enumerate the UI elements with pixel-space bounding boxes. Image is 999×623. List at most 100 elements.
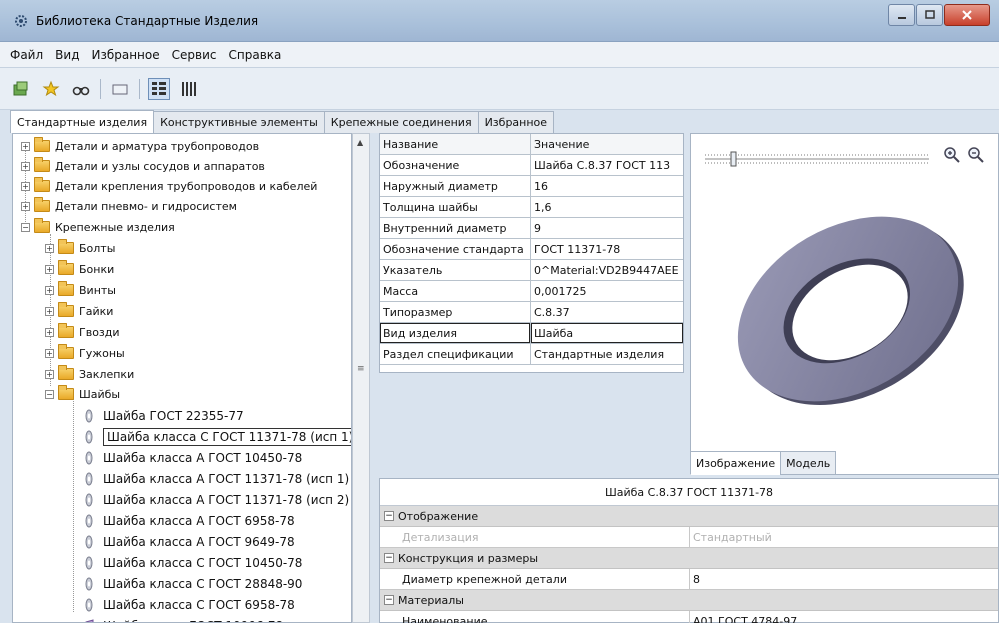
attribute-row[interactable]: Детализация Стандартный <box>380 527 998 548</box>
tree-item-washers[interactable]: − Шайбы <box>45 384 120 404</box>
tab-image[interactable]: Изображение <box>690 451 782 475</box>
expand-icon[interactable]: + <box>45 285 54 295</box>
menu-file[interactable]: Файл <box>10 48 43 62</box>
table-view-button[interactable] <box>178 78 200 100</box>
tree-item-fasteners[interactable]: − Крепежные изделия <box>21 217 175 237</box>
table-row[interactable]: Толщина шайбы 1,6 <box>380 197 683 218</box>
expand-icon[interactable]: + <box>45 327 54 337</box>
attribute-name: Наименование <box>380 611 690 623</box>
washer-icon <box>85 535 93 549</box>
expand-icon[interactable]: + <box>45 348 54 358</box>
tree-item-washer[interactable]: Шайба класса А ГОСТ 6958-78 <box>83 511 295 531</box>
maximize-button[interactable] <box>916 4 943 26</box>
collapse-icon[interactable]: − <box>384 511 394 521</box>
properties-table: Название Значение Обозначение Шайба С.8.… <box>379 133 684 373</box>
washer-icon <box>85 451 93 465</box>
menu-service[interactable]: Сервис <box>172 48 217 62</box>
tab-favorites[interactable]: Избранное <box>477 111 555 133</box>
tab-structural-elements[interactable]: Конструктивные элементы <box>153 111 325 133</box>
washer-icon <box>85 598 93 612</box>
tree-item-studs[interactable]: + Гужоны <box>45 343 125 363</box>
tree-item-washer-selected[interactable]: Шайба класса С ГОСТ 11371-78 (исп 1) <box>83 427 351 447</box>
table-row[interactable]: Обозначение стандарта ГОСТ 11371-78 <box>380 239 683 260</box>
tree-item-washer[interactable]: Шайба класса А ГОСТ 11371-78 (исп 1) <box>83 469 349 489</box>
tree-view-button[interactable] <box>148 77 170 100</box>
group-label: Отображение <box>398 509 479 523</box>
attribute-row[interactable]: Диаметр крепежной детали 8 <box>380 569 998 590</box>
catalog-tree[interactable]: + Детали и арматура трубопроводов + Дета… <box>12 133 352 623</box>
preview-button[interactable] <box>109 78 131 100</box>
collapse-icon[interactable]: − <box>384 595 394 605</box>
menu-help[interactable]: Справка <box>229 48 282 62</box>
close-button[interactable] <box>944 4 990 26</box>
expand-icon[interactable]: + <box>21 201 30 211</box>
property-name: Обозначение стандарта <box>380 239 531 259</box>
folder-icon <box>34 137 50 152</box>
tree-item-bolts[interactable]: + Болты <box>45 238 115 258</box>
zoom-slider[interactable] <box>703 150 931 168</box>
collapse-icon[interactable]: − <box>45 389 54 399</box>
tree-item-washer[interactable]: Шайба косая ГОСТ 10906-78 <box>83 616 283 622</box>
tree-scrollbar[interactable]: ▲ ≡ <box>352 133 370 623</box>
table-row[interactable]: Раздел спецификации Стандартные изделия <box>380 344 683 365</box>
tree-item-washer[interactable]: Шайба класса А ГОСТ 9649-78 <box>83 532 295 552</box>
expand-icon[interactable]: + <box>21 141 30 151</box>
favorite-add-button[interactable] <box>40 78 62 100</box>
table-row[interactable]: Масса 0,001725 <box>380 281 683 302</box>
expand-icon[interactable]: + <box>21 181 30 191</box>
group-display[interactable]: − Отображение <box>380 506 998 527</box>
tab-standard-parts[interactable]: Стандартные изделия <box>10 110 155 133</box>
tree-item-bosses[interactable]: + Бонки <box>45 259 114 279</box>
tree-item-washer[interactable]: Шайба ГОСТ 22355-77 <box>83 406 244 426</box>
tab-model[interactable]: Модель <box>780 451 837 475</box>
collapse-icon[interactable]: − <box>21 222 30 232</box>
expand-icon[interactable]: + <box>45 306 54 316</box>
group-materials[interactable]: − Материалы <box>380 590 998 611</box>
property-name: Раздел спецификации <box>380 344 531 364</box>
table-row-selected[interactable]: Вид изделия Шайба <box>380 323 683 344</box>
property-value: Шайба <box>531 323 683 343</box>
tree-item-pneumo[interactable]: + Детали пневмо- и гидросистем <box>21 196 237 216</box>
table-row[interactable]: Указатель 0^Material:VD2B9447AEE <box>380 260 683 281</box>
column-header-name[interactable]: Название <box>380 134 531 154</box>
zoom-out-icon[interactable] <box>967 146 985 164</box>
table-row[interactable]: Типоразмер С.8.37 <box>380 302 683 323</box>
tree-item-screws[interactable]: + Винты <box>45 280 116 300</box>
tree-item-rivets[interactable]: + Заклепки <box>45 364 134 384</box>
group-design[interactable]: − Конструкция и размеры <box>380 548 998 569</box>
properties-header-row: Название Значение <box>380 134 683 155</box>
column-header-value[interactable]: Значение <box>531 134 683 154</box>
library-button[interactable] <box>10 78 32 100</box>
library-icon <box>13 81 28 95</box>
menu-view[interactable]: Вид <box>55 48 79 62</box>
zoom-in-icon[interactable] <box>943 146 961 164</box>
find-button[interactable] <box>70 78 92 100</box>
tree-item-washer[interactable]: Шайба класса С ГОСТ 6958-78 <box>83 595 295 615</box>
menu-favorites[interactable]: Избранное <box>91 48 159 62</box>
expand-icon[interactable]: + <box>45 264 54 274</box>
tree-item-washer[interactable]: Шайба класса А ГОСТ 11371-78 (исп 2) <box>83 490 349 510</box>
table-row[interactable]: Наружный диаметр 16 <box>380 176 683 197</box>
table-row[interactable]: Обозначение Шайба С.8.37 ГОСТ 113 <box>380 155 683 176</box>
minimize-button[interactable] <box>888 4 915 26</box>
preview-panel <box>690 133 999 475</box>
tab-fastener-joints[interactable]: Крепежные соединения <box>323 111 479 133</box>
tree-item-pipe-fixings[interactable]: + Детали крепления трубопроводов и кабел… <box>21 176 317 196</box>
tree-item-nails[interactable]: + Гвозди <box>45 322 120 342</box>
tree-item-washer[interactable]: Шайба класса А ГОСТ 10450-78 <box>83 448 302 468</box>
tree-item-pipeline[interactable]: + Детали и арматура трубопроводов <box>21 136 259 156</box>
scroll-up-icon[interactable]: ▲ <box>357 138 363 147</box>
table-row[interactable]: Внутренний диаметр 9 <box>380 218 683 239</box>
expand-icon[interactable]: + <box>45 369 54 379</box>
tree-item-vessels[interactable]: + Детали и узлы сосудов и аппаратов <box>21 156 265 176</box>
tree-item-washer[interactable]: Шайба класса С ГОСТ 28848-90 <box>83 574 302 594</box>
scroll-grip-icon[interactable]: ≡ <box>357 364 365 374</box>
expand-icon[interactable]: + <box>45 243 54 253</box>
tree-item-nuts[interactable]: + Гайки <box>45 301 113 321</box>
attribute-row[interactable]: Наименование А01 ГОСТ 4784-97 <box>380 611 998 623</box>
folder-icon <box>58 365 74 380</box>
expand-icon[interactable]: + <box>21 161 30 171</box>
collapse-icon[interactable]: − <box>384 553 394 563</box>
tree-item-washer[interactable]: Шайба класса С ГОСТ 10450-78 <box>83 553 302 573</box>
property-name: Наружный диаметр <box>380 176 531 196</box>
